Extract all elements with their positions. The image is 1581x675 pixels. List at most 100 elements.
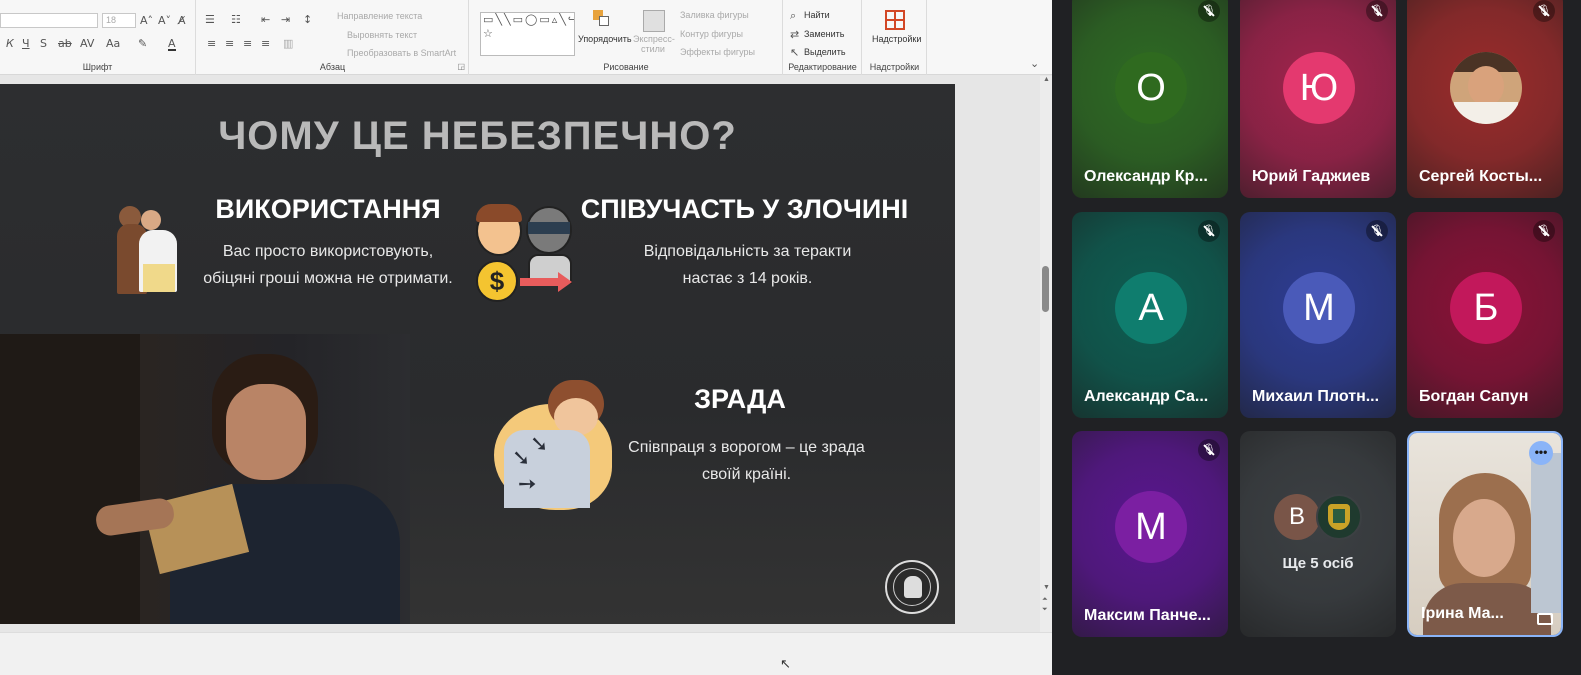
previous-slide-icon[interactable]: ⏶ — [1042, 596, 1048, 604]
arrange-icon[interactable] — [591, 10, 613, 30]
betrayal-illustration: ➘ ➘ ➙ — [494, 376, 616, 512]
align-right-icon[interactable]: ≡ — [243, 38, 252, 49]
find-button[interactable]: Найти — [804, 10, 830, 20]
shadow-icon[interactable]: S — [40, 38, 47, 49]
scrollbar-thumb[interactable] — [1042, 266, 1049, 312]
decrease-indent-icon[interactable]: ⇤ — [261, 14, 270, 25]
bullets-icon[interactable]: ☰ — [205, 14, 215, 25]
underline-icon[interactable]: Ч — [22, 38, 30, 49]
increase-indent-icon[interactable]: ⇥ — [281, 14, 290, 25]
group-label-font: Шрифт — [82, 62, 113, 72]
photo-envelope-handover — [0, 334, 410, 624]
powerpoint-window: 18 A˄ A˅ A̸ К Ч S ab AV Aa ✎ A Шрифт ☰ ☷… — [0, 0, 1058, 675]
clear-format-icon[interactable]: A̸ — [178, 15, 186, 26]
complicity-heading: СПІВУЧАСТЬ У ЗЛОЧИНІ — [580, 194, 909, 224]
increase-font-icon[interactable]: A˄ — [140, 15, 153, 26]
vertical-scrollbar[interactable]: ▲ ▼ ⏶ ⏷ — [1040, 76, 1052, 632]
addins-button[interactable]: Надстройки — [872, 34, 921, 44]
participant-avatar: А — [1115, 272, 1187, 344]
participant-tile[interactable]: М 🎙 Максим Панче... — [1072, 431, 1228, 637]
participant-avatar: Б — [1450, 272, 1522, 344]
ribbon-group-editing: ⌕ Найти ⇄ Заменить ↖ Выделить Редактиров… — [784, 0, 862, 75]
change-case-icon[interactable]: Aa — [106, 38, 120, 49]
participant-avatar: Ю — [1283, 52, 1355, 124]
italic-icon[interactable]: К — [6, 38, 14, 49]
complicity-text: Відповідальність за теракти настає з 14 … — [590, 238, 905, 292]
speaking-indicator-icon: ••• — [1529, 441, 1553, 465]
participant-tile[interactable]: Ю 🎙 Юрий Гаджиев — [1240, 0, 1396, 198]
ribbon: 18 A˄ A˅ A̸ К Ч S ab AV Aa ✎ A Шрифт ☰ ☷… — [0, 0, 1058, 75]
numbering-icon[interactable]: ☷ — [231, 14, 241, 25]
smartart-button[interactable]: Преобразовать в SmartArt — [347, 48, 456, 58]
usage-text-line1: Вас просто використовують, — [222, 243, 434, 260]
betrayal-text: Співпраця з ворогом – це зрада своїй кра… — [600, 434, 893, 488]
arrange-button[interactable]: Упорядочить — [578, 34, 632, 44]
emblem-avatar — [1316, 494, 1362, 540]
select-icon: ↖ — [790, 46, 800, 59]
participant-tile[interactable]: 🎙 Сергей Косты... — [1407, 0, 1563, 198]
align-text-button[interactable]: Выровнять текст — [347, 30, 417, 40]
usage-text: Вас просто використовують, обіцяні гроші… — [188, 238, 468, 292]
align-left-icon[interactable]: ≡ — [207, 38, 216, 49]
ribbon-group-paragraph: ☰ ☷ ⇤ ⇥ ↕ ≡ ≡ ≡ ≡ ▥ Направление текста В… — [197, 0, 469, 75]
find-icon: ⌕ — [790, 9, 797, 22]
participant-photo — [1450, 52, 1522, 124]
more-participants-label: Ще 5 осіб — [1282, 555, 1354, 572]
justify-icon[interactable]: ≡ — [261, 38, 270, 49]
participant-name: Олександр Кр... — [1084, 168, 1208, 185]
strikethrough-icon[interactable]: ab — [58, 38, 72, 49]
betrayal-heading: ЗРАДА — [694, 384, 786, 414]
line-spacing-icon[interactable]: ↕ — [303, 14, 312, 25]
collapse-ribbon-icon[interactable]: ⌄ — [1030, 58, 1039, 69]
scroll-down-icon[interactable]: ▼ — [1043, 584, 1050, 591]
express-styles-icon[interactable] — [643, 10, 665, 32]
usage-text-line2: обіцяні гроші можна не отримати. — [203, 270, 453, 287]
participant-name: Ірина Ма... — [1421, 605, 1504, 622]
pip-icon[interactable] — [1537, 613, 1553, 625]
mic-muted-icon: 🎙 — [1366, 0, 1388, 22]
replace-icon: ⇄ — [790, 28, 800, 41]
mic-muted-icon: 🎙 — [1533, 220, 1555, 242]
font-name-field[interactable] — [0, 13, 98, 28]
ribbon-group-drawing: ▭╲╲▭◯▭▵╲↪⇩▭▵⌒⌒{}☆ Упорядочить Экспресс-с… — [470, 0, 783, 75]
more-participants-tile[interactable]: В Ще 5 осіб — [1240, 431, 1396, 637]
replace-button[interactable]: Заменить — [804, 29, 844, 39]
participant-name: Михаил Плотн... — [1252, 388, 1380, 405]
decrease-font-icon[interactable]: A˅ — [158, 15, 171, 26]
participant-tile[interactable]: Б 🎙 Богдан Сапун — [1407, 212, 1563, 418]
slide-title: ЧОМУ ЦЕ НЕБЕЗПЕЧНО? — [218, 114, 737, 158]
participant-tile[interactable]: О 🎙 Олександр Кр... — [1072, 0, 1228, 198]
text-direction-button[interactable]: Направление текста — [337, 11, 422, 21]
font-size-field[interactable]: 18 — [102, 13, 136, 28]
shapes-gallery[interactable]: ▭╲╲▭◯▭▵╲↪⇩▭▵⌒⌒{}☆ — [480, 12, 575, 56]
select-button[interactable]: Выделить — [804, 47, 846, 57]
group-label-addins: Надстройки — [869, 62, 920, 72]
spacing-icon[interactable]: AV — [80, 38, 94, 49]
participant-name: Максим Панче... — [1084, 607, 1211, 624]
addins-icon[interactable] — [885, 10, 905, 30]
betrayal-text-line1: Співпраця з ворогом – це зрада — [628, 439, 865, 456]
font-color-icon[interactable]: A — [168, 38, 176, 51]
scroll-up-icon[interactable]: ▲ — [1043, 76, 1050, 83]
meet-participants-panel: О 🎙 Олександр Кр... Ю 🎙 Юрий Гаджиев 🎙 С… — [1052, 0, 1581, 675]
shape-effects-button[interactable]: Эффекты фигуры — [680, 47, 755, 57]
participant-tile[interactable]: А 🎙 Александр Са... — [1072, 212, 1228, 418]
columns-icon[interactable]: ▥ — [283, 38, 293, 49]
participant-name: Богдан Сапун — [1419, 388, 1529, 405]
next-slide-icon[interactable]: ⏷ — [1042, 606, 1048, 614]
ribbon-group-font: 18 A˄ A˅ A̸ К Ч S ab AV Aa ✎ A Шрифт — [0, 0, 196, 75]
align-center-icon[interactable]: ≡ — [225, 38, 234, 49]
slide-canvas[interactable]: ЧОМУ ЦЕ НЕБЕЗПЕЧНО? ВИКОРИСТАННЯ Вас про… — [0, 84, 955, 624]
participant-tile[interactable]: М 🎙 Михаил Плотн... — [1240, 212, 1396, 418]
highlight-icon[interactable]: ✎ — [138, 38, 147, 49]
paragraph-launcher-icon[interactable]: ◲ — [457, 62, 465, 71]
participant-name: Сергей Косты... — [1419, 168, 1543, 185]
express-styles-button[interactable]: Экспресс-стили — [633, 34, 675, 54]
mic-muted-icon: 🎙 — [1533, 0, 1555, 22]
shape-fill-button[interactable]: Заливка фигуры — [680, 10, 749, 20]
participant-tile-speaking[interactable]: ••• Ірина Ма... — [1407, 431, 1563, 637]
mic-muted-icon: 🎙 — [1198, 0, 1220, 22]
shape-outline-button[interactable]: Контур фигуры — [680, 29, 743, 39]
complicity-text-line2: настає з 14 років. — [682, 270, 813, 287]
betrayal-text-line2: своїй країні. — [701, 466, 792, 483]
